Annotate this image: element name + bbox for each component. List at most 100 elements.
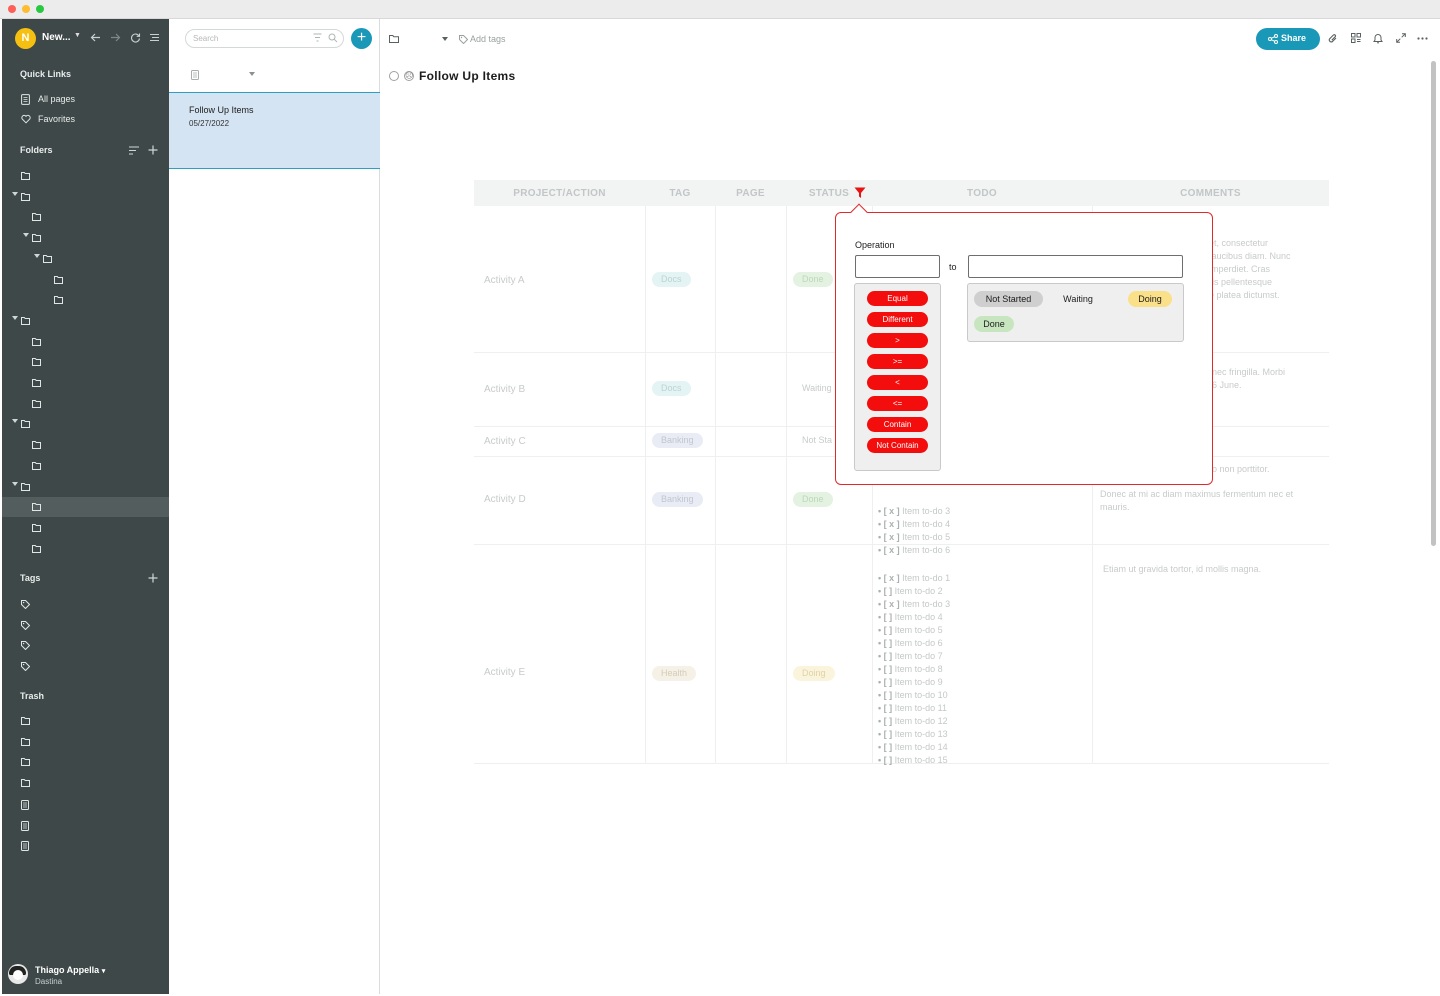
- user-profile[interactable]: Thiago Appella ▾ Dastina: [8, 964, 168, 988]
- operation-greater-equal-button[interactable]: >=: [867, 354, 928, 369]
- todo-item[interactable]: • [ ] Item to-do 8: [878, 664, 943, 674]
- todo-checkbox[interactable]: • [ x ]: [878, 506, 902, 516]
- status-badge[interactable]: Doing: [793, 666, 835, 681]
- search-icon[interactable]: [328, 33, 338, 43]
- note-list-item[interactable]: Follow Up Items 05/27/2022: [169, 92, 380, 169]
- todo-checkbox[interactable]: • [ ]: [878, 690, 895, 700]
- todo-checkbox[interactable]: • [ ]: [878, 586, 895, 596]
- chevron-down-icon[interactable]: [442, 37, 448, 41]
- todo-item[interactable]: • [ ] Item to-do 12: [878, 716, 948, 726]
- page-title[interactable]: Follow Up Items: [419, 69, 516, 83]
- folder-item[interactable]: [2, 497, 169, 518]
- value-waiting[interactable]: Waiting: [1056, 291, 1100, 307]
- todo-item[interactable]: • [ ] Item to-do 15: [878, 755, 948, 765]
- todo-checkbox[interactable]: • [ ]: [878, 716, 895, 726]
- todo-checkbox[interactable]: • [ x ]: [878, 573, 902, 583]
- tag-item[interactable]: [2, 615, 169, 635]
- row-comment[interactable]: Etiam ut gravida tortor, id mollis magna…: [1103, 563, 1261, 576]
- row-action[interactable]: Activity A: [484, 275, 525, 286]
- expand-caret-icon[interactable]: [23, 233, 29, 238]
- zoom-window-button[interactable]: [36, 5, 44, 13]
- trash-folder-item[interactable]: [2, 753, 169, 773]
- folder-item[interactable]: [2, 435, 169, 455]
- todo-checkbox[interactable]: • [ x ]: [878, 519, 902, 529]
- folder-item[interactable]: [2, 207, 169, 227]
- todo-item[interactable]: • [ x ] Item to-do 6: [878, 545, 950, 555]
- todo-checkbox[interactable]: • [ x ]: [878, 532, 902, 542]
- todo-checkbox[interactable]: • [ ]: [878, 703, 895, 713]
- folder-item[interactable]: [2, 290, 169, 310]
- status-badge[interactable]: Waiting: [802, 381, 832, 396]
- row-action[interactable]: Activity E: [484, 667, 525, 678]
- operation-contain-button[interactable]: Contain: [867, 417, 928, 432]
- add-tag-icon[interactable]: [148, 573, 158, 583]
- operation-greater-button[interactable]: >: [867, 333, 928, 348]
- share-button[interactable]: Share: [1256, 28, 1320, 50]
- column-header-todo[interactable]: TODO: [872, 188, 1092, 199]
- todo-item[interactable]: • [ x ] Item to-do 5: [878, 532, 950, 542]
- tag-item[interactable]: [2, 594, 169, 614]
- value-not-started[interactable]: Not Started: [974, 291, 1043, 307]
- column-header-tag[interactable]: TAG: [645, 188, 715, 199]
- trash-page-item[interactable]: [2, 836, 169, 856]
- todo-item[interactable]: • [ ] Item to-do 6: [878, 638, 943, 648]
- expand-icon[interactable]: [1396, 33, 1406, 43]
- status-circle-icon[interactable]: [389, 71, 399, 81]
- vertical-scrollbar[interactable]: [1431, 61, 1436, 546]
- todo-checkbox[interactable]: • [ ]: [878, 625, 895, 635]
- trash-page-item[interactable]: [2, 795, 169, 815]
- todo-item[interactable]: • [ ] Item to-do 11: [878, 703, 947, 713]
- forward-arrow-icon[interactable]: [110, 32, 121, 43]
- tag-badge[interactable]: Docs: [652, 272, 691, 287]
- collapse-sidebar-icon[interactable]: [149, 32, 160, 43]
- tag-badge[interactable]: Docs: [652, 381, 691, 396]
- row-action[interactable]: Activity D: [484, 494, 526, 505]
- add-note-button[interactable]: +: [351, 28, 372, 49]
- row-comment[interactable]: et, consectetur faucibus diam. Nunc impe…: [1209, 237, 1327, 302]
- tag-item[interactable]: [2, 635, 169, 655]
- operation-not-contain-button[interactable]: Not Contain: [867, 438, 928, 453]
- todo-item[interactable]: • [ ] Item to-do 4: [878, 612, 943, 622]
- todo-checkbox[interactable]: • [ ]: [878, 729, 895, 739]
- sync-icon[interactable]: [130, 32, 141, 43]
- close-window-button[interactable]: [8, 5, 16, 13]
- folder-item[interactable]: [2, 518, 169, 538]
- todo-checkbox[interactable]: • [ ]: [878, 638, 895, 648]
- expand-caret-icon[interactable]: [12, 419, 18, 424]
- status-badge[interactable]: Not Sta: [802, 433, 832, 448]
- todo-checkbox[interactable]: • [ ]: [878, 677, 895, 687]
- value-doing[interactable]: Doing: [1128, 291, 1172, 307]
- filter-icon[interactable]: [313, 33, 322, 43]
- folder-item[interactable]: [2, 332, 169, 352]
- todo-checkbox[interactable]: • [ x ]: [878, 545, 902, 555]
- todo-item[interactable]: • [ x ] Item to-do 1: [878, 573, 950, 583]
- folder-item[interactable]: [2, 456, 169, 476]
- attachment-icon[interactable]: [1328, 33, 1338, 44]
- column-header-project[interactable]: PROJECT/ACTION: [474, 188, 645, 199]
- trash-folder-item[interactable]: [2, 774, 169, 794]
- row-comment[interactable]: nec fringilla. Morbi 6 June.: [1212, 366, 1327, 392]
- folder-item[interactable]: [2, 477, 169, 497]
- operation-less-button[interactable]: <: [867, 375, 928, 390]
- row-comment[interactable]: Donec at mi ac diam maximus fermentum ne…: [1100, 488, 1320, 514]
- todo-item[interactable]: • [ ] Item to-do 10: [878, 690, 948, 700]
- row-action[interactable]: Activity C: [484, 436, 526, 447]
- folder-item[interactable]: [2, 166, 169, 186]
- trash-folder-item[interactable]: [2, 733, 169, 753]
- operation-equal-button[interactable]: Equal: [867, 291, 928, 306]
- bell-icon[interactable]: [1373, 33, 1383, 44]
- folder-icon[interactable]: [389, 35, 399, 43]
- layout-icon[interactable]: [1351, 33, 1361, 43]
- tag-badge[interactable]: Banking: [652, 492, 703, 507]
- operation-different-button[interactable]: Different: [867, 312, 928, 327]
- row-comment[interactable]: o non porttitor.: [1212, 463, 1270, 476]
- status-badge[interactable]: Done: [793, 272, 833, 287]
- tag-badge[interactable]: Banking: [652, 433, 703, 448]
- todo-item[interactable]: • [ x ] Item to-do 4: [878, 519, 950, 529]
- emoji-icon[interactable]: ☹: [404, 71, 414, 81]
- expand-caret-icon[interactable]: [12, 315, 18, 320]
- todo-checkbox[interactable]: • [ x ]: [878, 599, 902, 609]
- tag-badge[interactable]: Health: [652, 666, 697, 681]
- folder-item[interactable]: [2, 352, 169, 372]
- row-action[interactable]: Activity B: [484, 384, 525, 395]
